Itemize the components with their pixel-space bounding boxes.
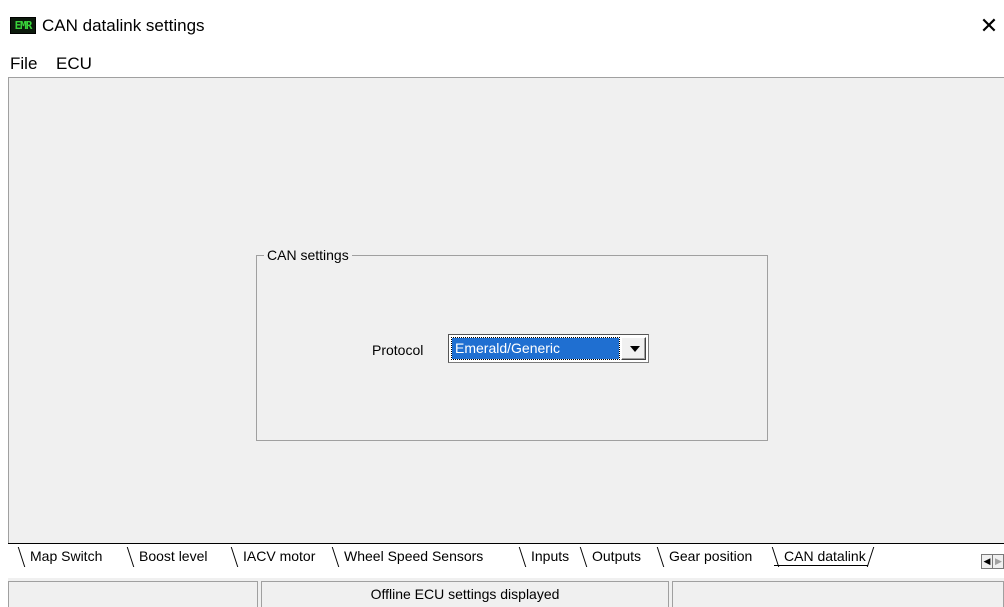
protocol-label: Protocol [372, 342, 424, 358]
status-message: Offline ECU settings displayed [261, 581, 669, 607]
tab-boost-level[interactable]: Boost level [129, 546, 209, 566]
protocol-selected-value[interactable]: Emerald/Generic [451, 337, 620, 360]
status-bar: Offline ECU settings displayed [8, 578, 1004, 607]
tab-gear-position[interactable]: Gear position [659, 546, 754, 566]
title-bar: EMR CAN datalink settings ✕ [0, 0, 1004, 52]
menu-file[interactable]: File [10, 53, 37, 75]
close-icon[interactable]: ✕ [974, 8, 1004, 44]
protocol-dropdown[interactable]: Emerald/Generic [448, 334, 649, 363]
menu-ecu[interactable]: ECU [56, 53, 92, 75]
scroll-left-icon[interactable]: ◀ [982, 555, 993, 568]
tab-outputs[interactable]: Outputs [582, 546, 643, 566]
tab-bar: Map Switch Boost level IACV motor Wheel … [8, 543, 1004, 571]
tab-can-datalink[interactable]: CAN datalink [774, 546, 868, 566]
chevron-down-icon [630, 346, 640, 352]
tab-map-switch[interactable]: Map Switch [20, 546, 104, 566]
tab-iacv-motor[interactable]: IACV motor [233, 546, 317, 566]
emr-app-icon: EMR [10, 17, 36, 34]
tab-wheel-speed-sensors[interactable]: Wheel Speed Sensors [334, 546, 485, 566]
dropdown-button[interactable] [621, 337, 646, 360]
can-settings-group-title: CAN settings [264, 246, 352, 264]
tab-scroll-buttons[interactable]: ◀ ▶ [981, 554, 1004, 569]
window-title: CAN datalink settings [42, 16, 205, 35]
menu-bar: File ECU [0, 52, 1004, 76]
scroll-right-icon[interactable]: ▶ [993, 555, 1004, 568]
tab-inputs[interactable]: Inputs [521, 546, 571, 566]
status-cell-right [672, 581, 1004, 607]
status-cell-left [8, 581, 258, 607]
